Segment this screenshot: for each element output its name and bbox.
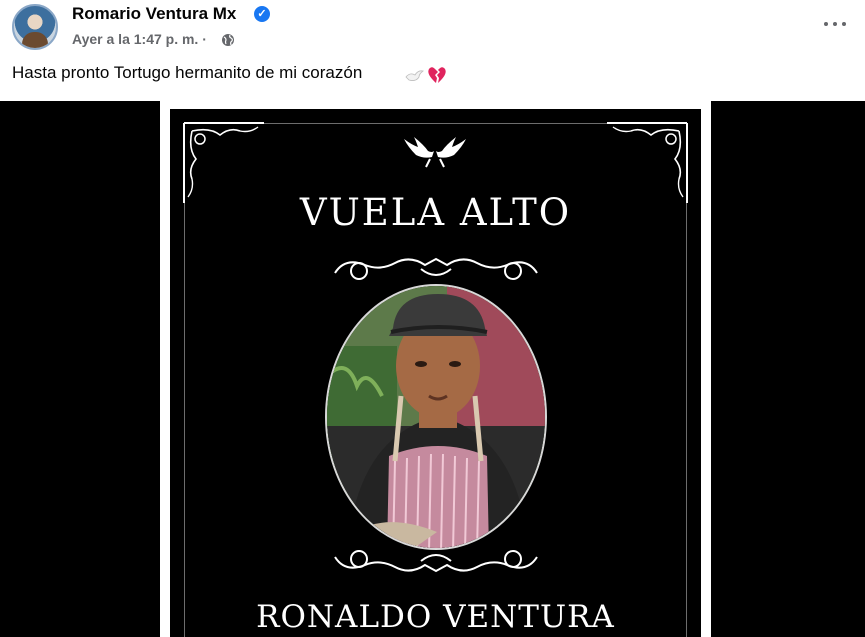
avatar-figure: [22, 32, 48, 48]
broken-heart-icon: [428, 67, 446, 83]
doves-icon: [404, 137, 466, 168]
globe-icon[interactable]: [221, 33, 235, 47]
author-name[interactable]: Romario Ventura Mx: [72, 4, 236, 24]
avatar[interactable]: [12, 4, 58, 50]
dove-icon: [405, 70, 424, 81]
memorial-card: VUELA ALTO RONALDO VENTURA: [160, 101, 711, 637]
memorial-photo: [325, 284, 547, 550]
memorial-name: RONALDO VENTURA: [256, 599, 615, 635]
verified-badge-icon: ✓: [254, 6, 270, 22]
bottom-flourish-icon: [334, 550, 538, 573]
post-timestamp[interactable]: Ayer a la 1:47 p. m. ·: [72, 31, 207, 47]
memorial-title: VUELA ALTO: [299, 191, 572, 234]
post-image[interactable]: VUELA ALTO RONALDO VENTURA: [0, 101, 865, 637]
memorial-card-background: VUELA ALTO RONALDO VENTURA: [170, 109, 701, 637]
portrait-image: [327, 286, 545, 548]
post-header: Romario Ventura Mx ✓ Ayer a la 1:47 p. m…: [0, 0, 865, 100]
top-flourish-icon: [334, 257, 538, 280]
more-options-icon[interactable]: [822, 14, 850, 34]
post-caption: Hasta pronto Tortugo hermanito de mi cor…: [12, 63, 363, 82]
